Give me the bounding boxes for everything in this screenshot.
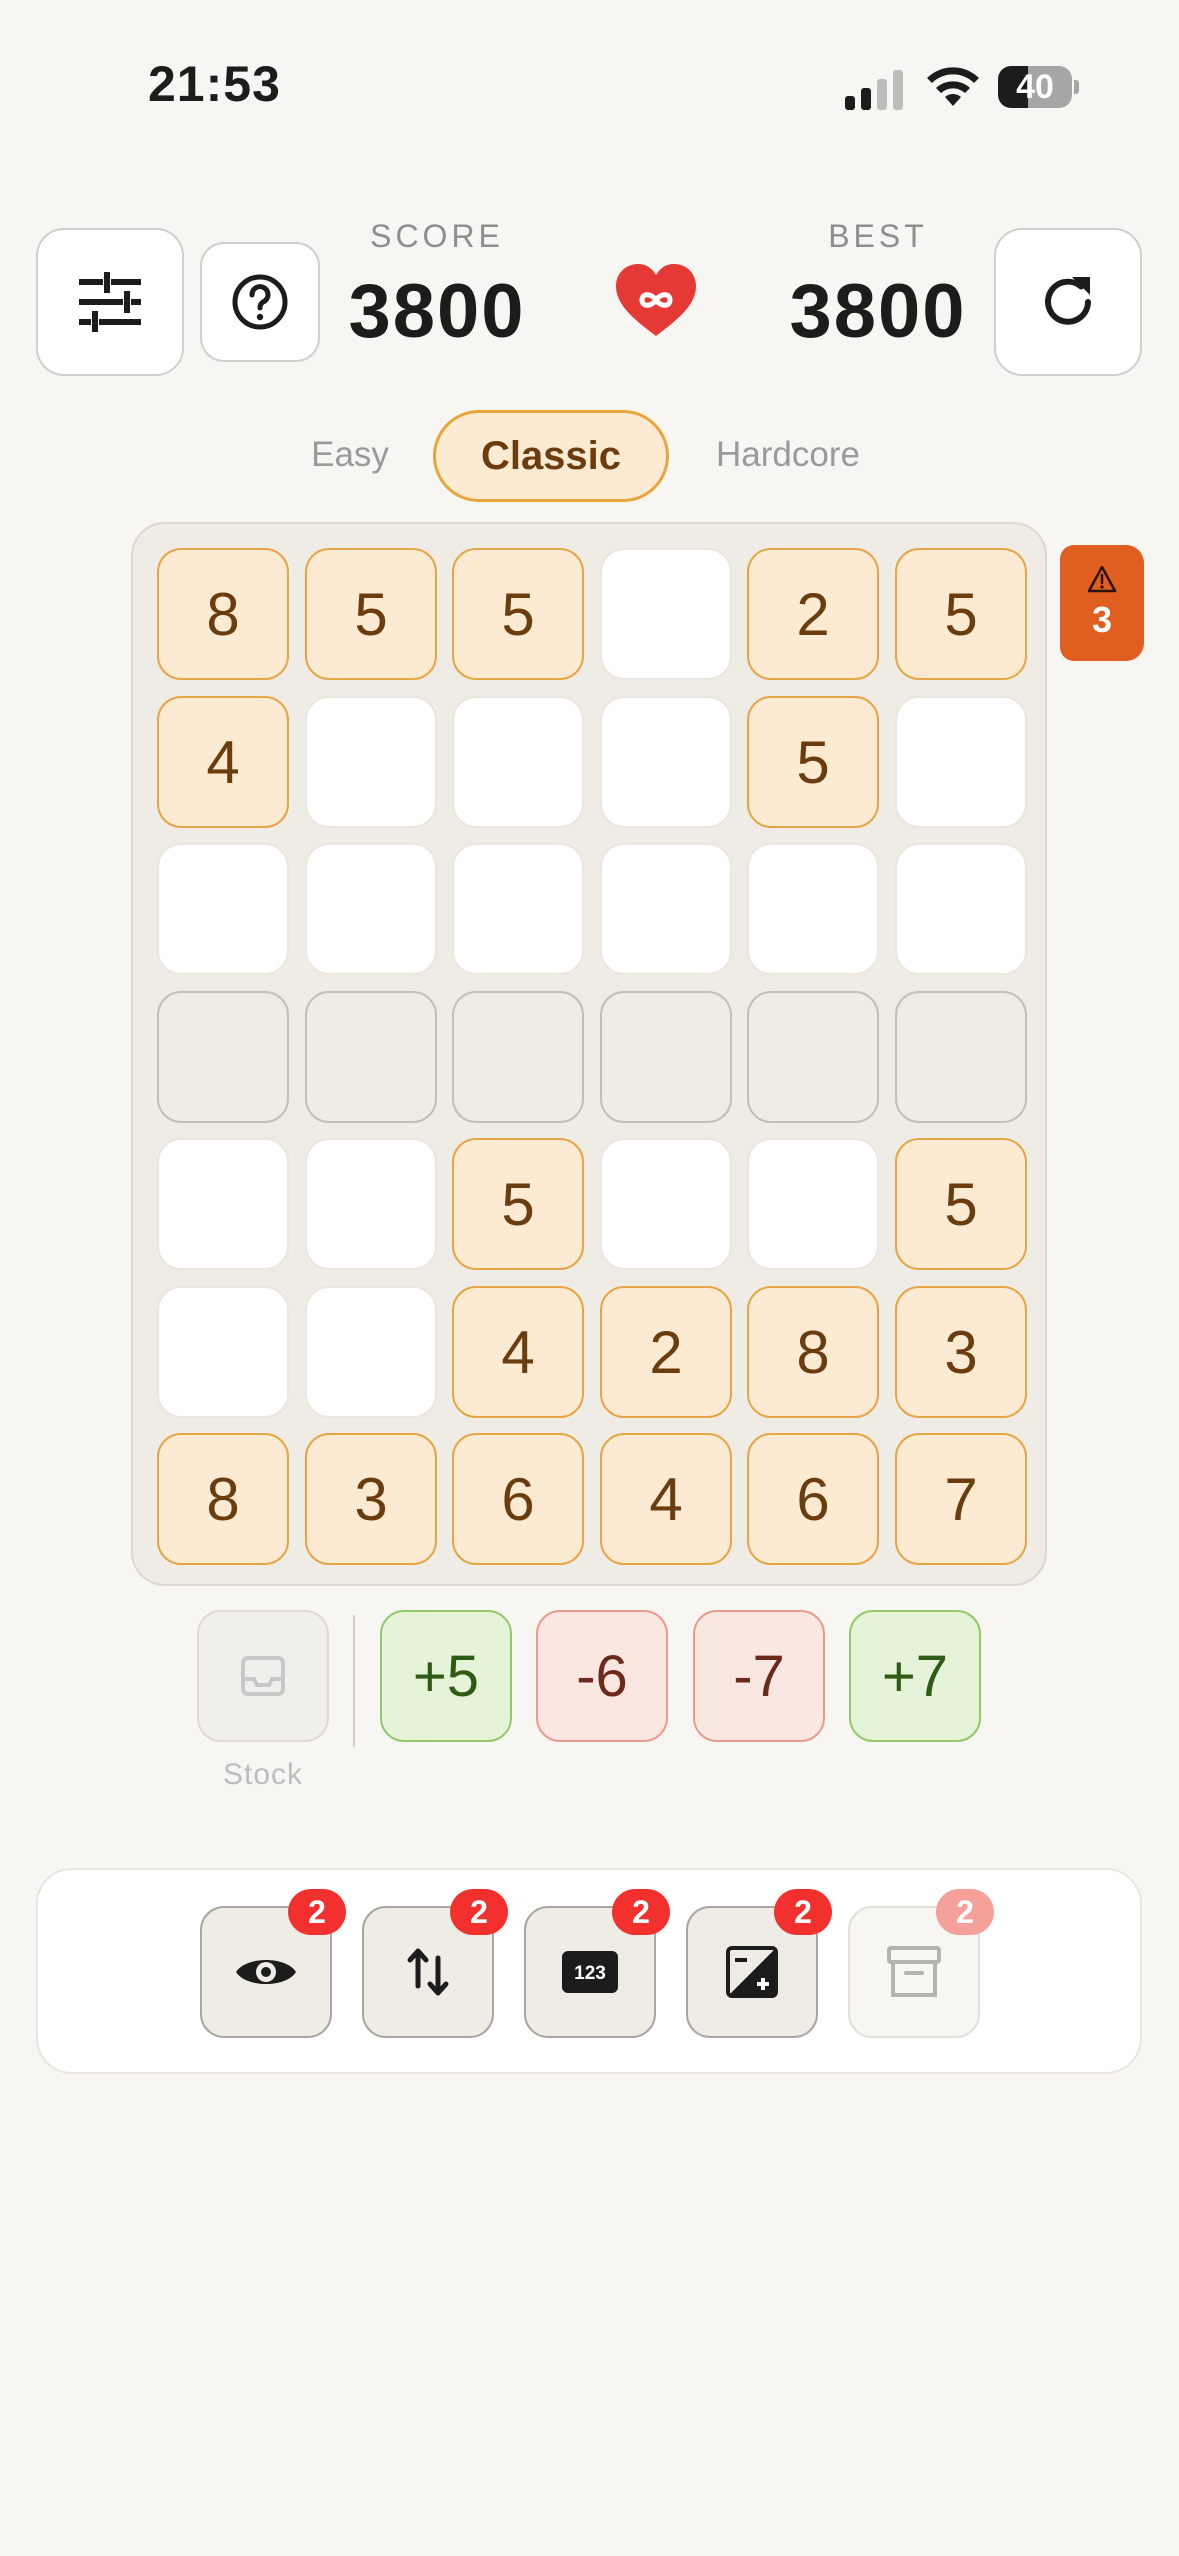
board-cell[interactable]	[600, 843, 732, 975]
card-minus-7[interactable]: -7	[693, 1610, 825, 1742]
restart-icon	[1045, 277, 1091, 325]
board-tile[interactable]: 3	[305, 1433, 437, 1565]
board-cell[interactable]	[452, 991, 584, 1123]
numbers-123-icon: 123	[562, 1951, 618, 1993]
board-cell[interactable]	[747, 1138, 879, 1270]
battery-icon: 40	[998, 66, 1072, 108]
board-tile[interactable]: 3	[895, 1286, 1027, 1418]
board-cell[interactable]	[305, 1138, 437, 1270]
board-cell[interactable]	[895, 991, 1027, 1123]
board-tile[interactable]: 8	[747, 1286, 879, 1418]
eye-icon	[236, 1960, 296, 1984]
board-cell[interactable]	[600, 696, 732, 828]
battery-indicator: 40	[998, 66, 1079, 108]
score-label: SCORE	[370, 218, 504, 254]
game-board: 8552545554283836467	[131, 522, 1047, 1586]
board-tile[interactable]: 6	[452, 1433, 584, 1565]
board-tile[interactable]: 2	[600, 1286, 732, 1418]
board-cell[interactable]	[747, 991, 879, 1123]
restart-button[interactable]	[994, 228, 1142, 376]
board-cell[interactable]	[305, 1286, 437, 1418]
stock-button[interactable]	[197, 1610, 329, 1742]
cellular-signal-icon	[845, 70, 903, 110]
powerup-plus-minus-count: 2	[774, 1889, 832, 1935]
battery-percent: 40	[1016, 68, 1054, 106]
powerup-swap-count: 2	[450, 1889, 508, 1935]
stock-divider	[353, 1615, 355, 1747]
card-plus-5[interactable]: +5	[380, 1610, 512, 1742]
board-tile[interactable]: 7	[895, 1433, 1027, 1565]
board-tile[interactable]: 4	[157, 696, 289, 828]
board-cell[interactable]	[305, 696, 437, 828]
settings-button[interactable]	[36, 228, 184, 376]
board-cell[interactable]	[157, 843, 289, 975]
inbox-icon	[241, 1656, 285, 1696]
status-time: 21:53	[148, 56, 281, 112]
question-circle-icon	[232, 274, 288, 330]
board-tile[interactable]: 5	[747, 696, 879, 828]
plus-minus-icon	[726, 1946, 778, 1998]
archive-icon	[887, 1946, 941, 1997]
stock-label: Stock	[222, 1758, 304, 1791]
board-cell[interactable]	[600, 548, 732, 680]
warning-icon	[1087, 565, 1117, 593]
board-tile[interactable]: 5	[452, 548, 584, 680]
heart-infinity-icon	[616, 264, 696, 336]
board-tile[interactable]: 5	[895, 1138, 1027, 1270]
board-cell[interactable]	[157, 1286, 289, 1418]
board-cell[interactable]	[895, 696, 1027, 828]
powerup-peek-count: 2	[288, 1889, 346, 1935]
tab-hardcore[interactable]: Hardcore	[700, 412, 876, 498]
warning-badge[interactable]: 3	[1060, 545, 1144, 661]
board-tile[interactable]: 8	[157, 548, 289, 680]
wifi-icon	[927, 67, 979, 106]
board-cell[interactable]	[895, 843, 1027, 975]
board-tile[interactable]: 5	[305, 548, 437, 680]
svg-text:123: 123	[574, 1963, 606, 1984]
help-button[interactable]	[200, 242, 320, 362]
board-cell[interactable]	[600, 991, 732, 1123]
board-tile[interactable]: 4	[452, 1286, 584, 1418]
best-label: BEST	[828, 218, 928, 254]
sliders-icon	[79, 272, 141, 332]
board-tile[interactable]: 5	[452, 1138, 584, 1270]
board-cell[interactable]	[452, 696, 584, 828]
powerup-archive-count: 2	[936, 1889, 994, 1935]
best-value: 3800	[789, 269, 967, 354]
tab-classic[interactable]: Classic	[433, 410, 669, 502]
board-cell[interactable]	[747, 843, 879, 975]
swap-arrows-icon	[407, 1948, 449, 1996]
board-cell[interactable]	[157, 991, 289, 1123]
warning-count: 3	[1091, 599, 1113, 640]
card-plus-7[interactable]: +7	[849, 1610, 981, 1742]
board-cell[interactable]	[305, 991, 437, 1123]
board-cell[interactable]	[305, 843, 437, 975]
tab-easy[interactable]: Easy	[290, 412, 410, 498]
board-tile[interactable]: 8	[157, 1433, 289, 1565]
board-tile[interactable]: 5	[895, 548, 1027, 680]
board-tile[interactable]: 6	[747, 1433, 879, 1565]
score-value: 3800	[348, 269, 526, 354]
board-cell[interactable]	[452, 843, 584, 975]
powerup-numbers-count: 2	[612, 1889, 670, 1935]
card-minus-6[interactable]: -6	[536, 1610, 668, 1742]
battery-tip	[1074, 80, 1079, 94]
board-tile[interactable]: 2	[747, 548, 879, 680]
board-tile[interactable]: 4	[600, 1433, 732, 1565]
board-cell[interactable]	[600, 1138, 732, 1270]
board-cell[interactable]	[157, 1138, 289, 1270]
